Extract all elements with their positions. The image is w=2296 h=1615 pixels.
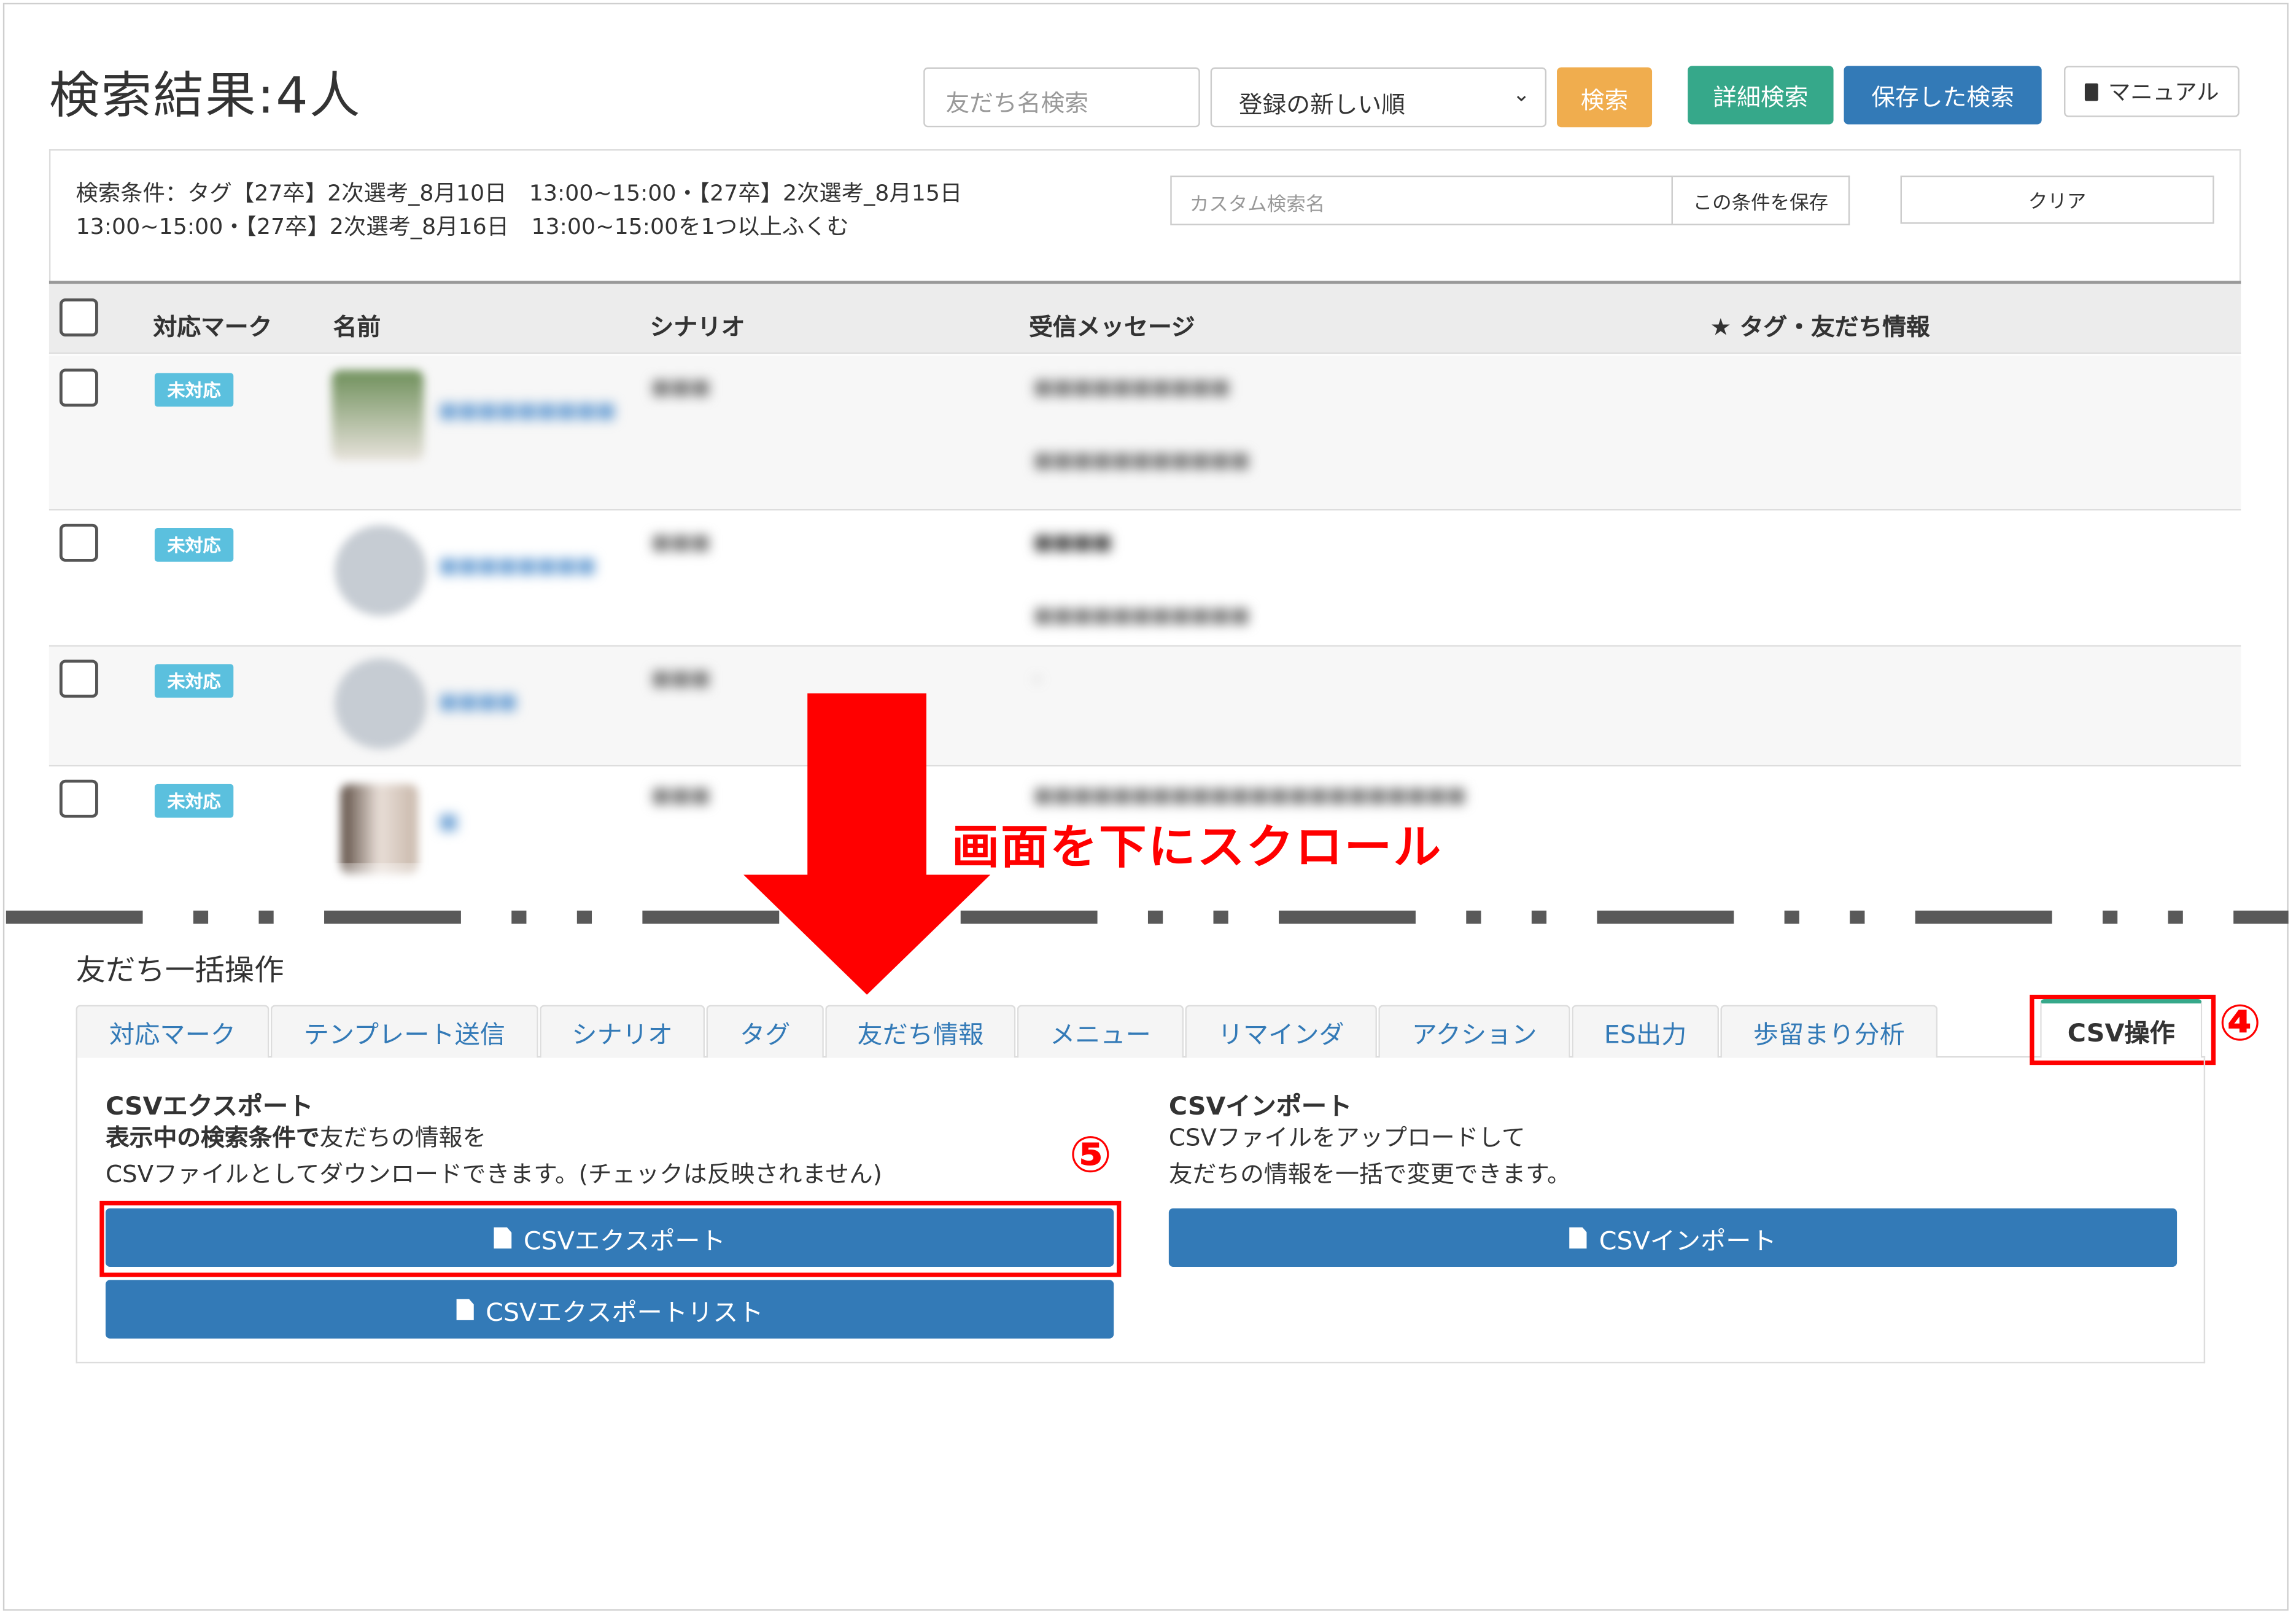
message-text: ■■■■	[1033, 531, 1112, 555]
column-header-scenario: シナリオ	[650, 313, 745, 341]
advanced-search-button[interactable]: 詳細検索	[1688, 66, 1834, 125]
table-row[interactable]: 未対応 ■■■■■■■■■ ■■■ ■■■■■■■■■■ ■■■■■■■■■■■	[48, 355, 2241, 511]
status-badge[interactable]: 未対応	[154, 373, 234, 407]
friend-name-search-input[interactable]: 友だち名検索	[923, 67, 1200, 128]
tab-friend-info[interactable]: 友だち情報	[825, 1005, 1016, 1058]
column-header-mark: 対応マーク	[153, 313, 273, 341]
column-header-tags: ★ タグ・友だち情報	[1710, 313, 1930, 341]
avatar	[332, 370, 424, 461]
file-export-icon	[456, 1298, 474, 1320]
sort-order-value: 登録の新しい順	[1238, 90, 1406, 119]
csv-export-list-button-label: CSVエクスポートリスト	[486, 1298, 764, 1328]
tab-menu[interactable]: メニュー	[1017, 1005, 1184, 1058]
avatar	[340, 784, 418, 875]
search-condition-text: 検索条件：タグ【27卒】2次選考_8月10日 13:00~15:00・【27卒】…	[76, 177, 1117, 244]
save-condition-button[interactable]: この条件を保存	[1672, 175, 1850, 225]
condition-line-2: 13:00~15:00・【27卒】2次選考_8月16日 13:00~15:00を…	[76, 213, 849, 240]
chevron-down-icon: ⌄	[1513, 83, 1530, 107]
friend-name-link[interactable]: ■	[439, 811, 459, 834]
avatar	[334, 658, 427, 749]
row-checkbox[interactable]	[59, 368, 98, 407]
bulk-operations-title: 友だち一括操作	[76, 952, 284, 987]
csv-import-button-label: CSVインポート	[1599, 1226, 1777, 1256]
cut-line	[6, 910, 2289, 924]
csv-import-heading: CSVインポート	[1168, 1092, 1352, 1123]
file-import-icon	[1569, 1226, 1588, 1249]
column-header-name: 名前	[333, 313, 381, 341]
status-badge[interactable]: 未対応	[154, 664, 234, 698]
import-desc-line2: 友だちの情報を一括で変更できます。	[1168, 1160, 1571, 1188]
row-checkbox[interactable]	[59, 779, 98, 818]
scenario-text: ■■■	[651, 376, 711, 400]
custom-search-name-input[interactable]: カスタム検索名	[1170, 175, 1673, 225]
tab-template-send[interactable]: テンプレート送信	[270, 1005, 538, 1058]
screenshot-stage: 検索結果:4人 友だち名検索 登録の新しい順 ⌄ 検索 詳細検索 保存した検索 …	[0, 0, 2296, 1615]
message-time: ■■■■■■■■■■■	[1033, 604, 1250, 628]
search-button[interactable]: 検索	[1557, 67, 1653, 128]
highlight-box-5	[99, 1201, 1122, 1277]
sort-order-select[interactable]: 登録の新しい順 ⌄	[1210, 67, 1547, 128]
csv-export-heading: CSVエクスポート	[105, 1092, 314, 1123]
message-time: ■■■■■■■■■■■	[1033, 449, 1250, 473]
tab-tag[interactable]: タグ	[706, 1005, 824, 1058]
status-badge[interactable]: 未対応	[154, 784, 234, 818]
row-checkbox[interactable]	[59, 523, 98, 562]
table-header: 対応マーク 名前 シナリオ 受信メッセージ ★ タグ・友だち情報	[48, 281, 2241, 354]
step-marker-5: ⑤	[1069, 1126, 1112, 1185]
message-text: ■■■■■■■■■■■■■■■■■■■■■■	[1033, 784, 1467, 808]
table-row[interactable]: 未対応 ■■■■ ■■■ -	[48, 646, 2241, 767]
csv-export-description: 表示中の検索条件で友だちの情報を CSVファイルとしてダウンロードできます。(チ…	[106, 1119, 882, 1192]
select-all-checkbox[interactable]	[59, 298, 98, 337]
tab-action[interactable]: アクション	[1378, 1005, 1570, 1058]
manual-button-label: マニュアル	[2108, 79, 2219, 106]
scenario-text: ■■■	[651, 531, 711, 555]
import-desc-line1: CSVファイルをアップロードして	[1168, 1123, 1526, 1151]
tab-yield-analysis[interactable]: 歩留まり分析	[1720, 1005, 1938, 1058]
table-row[interactable]: 未対応 ■■■■■■■■ ■■■ ■■■■ ■■■■■■■■■■■	[48, 510, 2241, 647]
condition-line-1: 検索条件：タグ【27卒】2次選考_8月10日 13:00~15:00・【27卒】…	[76, 180, 963, 206]
clear-button[interactable]: クリア	[1900, 175, 2214, 224]
csv-import-description: CSVファイルをアップロードして 友だちの情報を一括で変更できます。	[1169, 1119, 1571, 1192]
highlight-box-4	[2030, 994, 2216, 1065]
scroll-instruction-label: 画面を下にスクロール	[952, 819, 1443, 875]
export-desc-rest: 友だちの情報を	[319, 1123, 487, 1151]
tab-response-mark[interactable]: 対応マーク	[76, 1005, 270, 1058]
column-header-message: 受信メッセージ	[1029, 313, 1195, 341]
message-text: ■■■■■■■■■■	[1033, 376, 1230, 400]
manual-button[interactable]: マニュアル	[2064, 66, 2240, 117]
message-text: -	[1033, 667, 1041, 691]
export-desc-bold: 表示中の検索条件で	[105, 1123, 320, 1151]
avatar	[334, 525, 427, 616]
export-desc-line2: CSVファイルとしてダウンロードできます。(チェックは反映されません)	[105, 1160, 882, 1188]
step-marker-4: ④	[2218, 994, 2262, 1054]
book-icon	[2084, 82, 2098, 101]
status-badge[interactable]: 未対応	[154, 527, 234, 562]
scenario-text: ■■■	[651, 784, 711, 808]
tab-scenario[interactable]: シナリオ	[540, 1005, 705, 1058]
tab-reminder[interactable]: リマインダ	[1185, 1005, 1377, 1058]
scenario-text: ■■■	[651, 667, 711, 691]
page-title: 検索結果:4人	[48, 67, 362, 126]
tab-es-output[interactable]: ES出力	[1572, 1005, 1720, 1058]
friend-name-link[interactable]: ■■■■■■■■	[439, 555, 596, 578]
csv-import-button[interactable]: CSVインポート	[1168, 1208, 2178, 1267]
friend-name-link[interactable]: ■■■■■■■■■	[439, 399, 616, 422]
saved-search-button[interactable]: 保存した検索	[1844, 66, 2042, 125]
row-checkbox[interactable]	[59, 660, 98, 698]
friend-name-link[interactable]: ■■■■	[439, 690, 518, 714]
csv-export-list-button[interactable]: CSVエクスポートリスト	[105, 1280, 1114, 1339]
